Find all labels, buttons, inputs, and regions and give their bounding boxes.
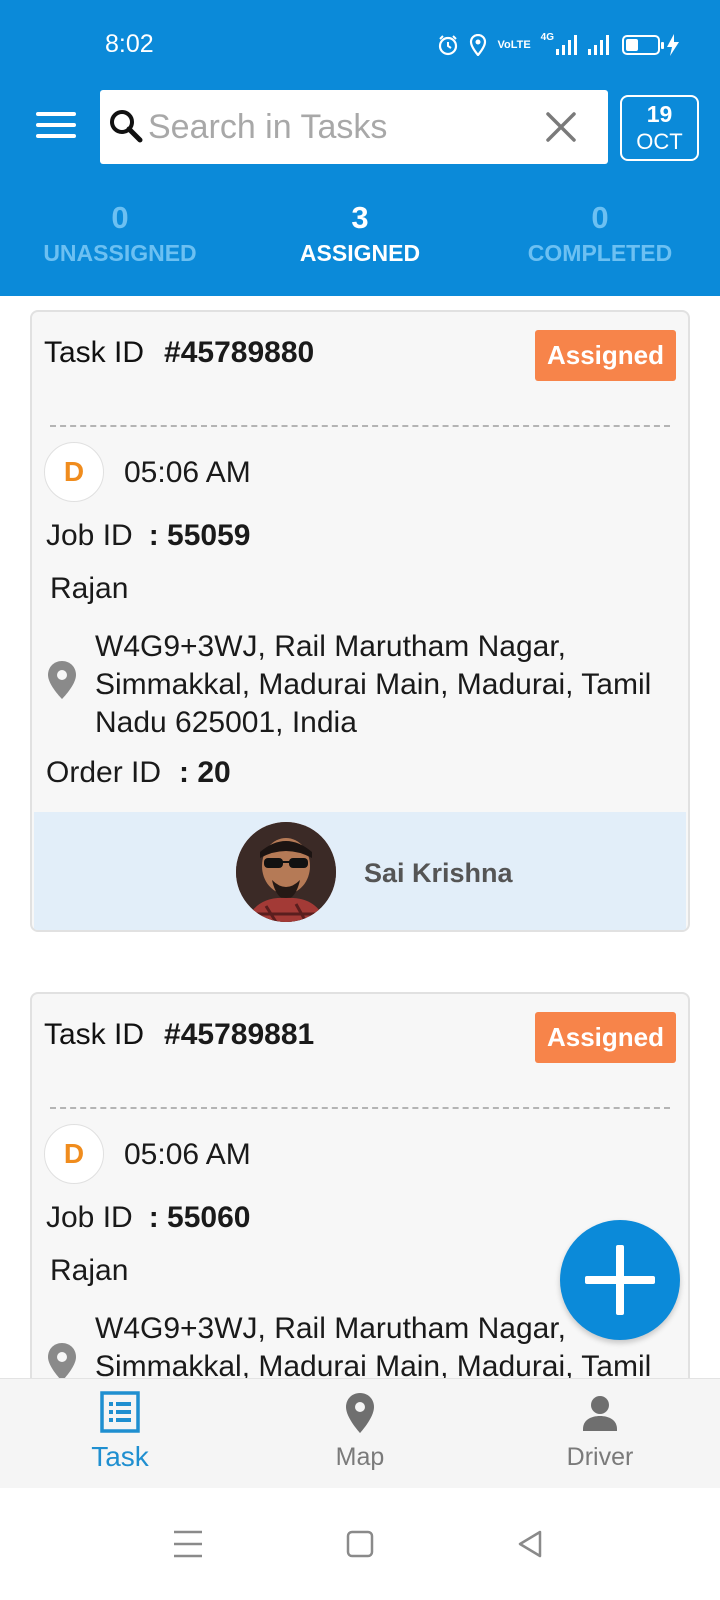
status-badge: Assigned <box>534 1012 676 1063</box>
tab-label: ASSIGNED <box>299 240 421 266</box>
task-id-row: Task ID #45789881 <box>44 1018 314 1052</box>
location-icon <box>469 32 487 58</box>
tab-label: COMPLETED <box>527 240 673 266</box>
nav-task[interactable]: Task <box>0 1379 240 1489</box>
app-header: 8:02 VoLTE 4G Search in Tasks 19 OCT 0 U… <box>0 0 720 296</box>
nav-driver[interactable]: Driver <box>480 1379 720 1489</box>
order-id-row: Order ID : 20 <box>46 756 231 790</box>
tab-completed[interactable]: 0 COMPLETED <box>480 200 720 267</box>
home-icon[interactable] <box>340 1524 380 1564</box>
signal-icon <box>588 32 612 58</box>
back-icon[interactable] <box>510 1524 550 1564</box>
task-card[interactable]: Task ID #45789880 Assigned D 05:06 AM Job… <box>30 310 690 932</box>
status-bar: 8:02 VoLTE 4G <box>0 0 720 88</box>
status-time: 8:02 <box>105 30 154 58</box>
task-id-label: Task ID <box>44 1018 145 1051</box>
location-pin-icon <box>48 1343 76 1378</box>
map-pin-icon <box>346 1393 374 1433</box>
divider <box>50 1107 670 1109</box>
task-list-icon <box>100 1391 140 1433</box>
task-time: 05:06 AM <box>124 456 251 489</box>
job-id-label: Job ID <box>46 1201 133 1234</box>
assigned-driver[interactable]: Sai Krishna <box>34 812 686 930</box>
location-pin-icon <box>48 661 76 699</box>
nav-label: Map <box>335 1443 385 1471</box>
person-icon <box>583 1396 617 1431</box>
system-navigation-bar <box>0 1488 720 1600</box>
nav-label: Driver <box>566 1443 634 1471</box>
driver-name: Sai Krishna <box>364 858 513 888</box>
order-id-label: Order ID <box>46 756 162 789</box>
job-id-value: : 55059 <box>148 519 251 552</box>
tab-count: 0 <box>111 200 129 235</box>
order-id-value: : 20 <box>179 756 231 789</box>
task-id-row: Task ID #45789880 <box>44 336 314 370</box>
nav-map[interactable]: Map <box>240 1379 480 1489</box>
customer-name: Rajan <box>50 1254 129 1287</box>
status-badge: Assigned <box>534 330 676 381</box>
task-id-value: #45789881 <box>164 1018 315 1051</box>
battery-icon <box>622 32 680 58</box>
divider <box>50 425 670 427</box>
job-id-row: Job ID : 55059 <box>46 519 250 553</box>
status-icons: VoLTE 4G <box>437 32 680 58</box>
date-month: OCT <box>636 129 683 154</box>
add-task-button[interactable] <box>560 1220 680 1340</box>
job-id-label: Job ID <box>46 519 133 552</box>
job-id-value: : 55060 <box>148 1201 251 1234</box>
driver-avatar <box>236 822 336 922</box>
task-id-value: #45789880 <box>164 336 315 369</box>
search-icon <box>110 110 143 143</box>
tab-count: 0 <box>591 200 609 235</box>
tab-assigned[interactable]: 3 ASSIGNED <box>240 200 480 267</box>
network-type-label: 4G <box>540 32 554 43</box>
nav-label: Task <box>91 1441 149 1472</box>
search-bar <box>100 90 608 164</box>
tab-label: UNASSIGNED <box>43 240 197 266</box>
task-address: W4G9+3WJ, Rail Marutham Nagar, Simmakkal… <box>95 630 652 739</box>
tab-count: 3 <box>351 200 369 235</box>
recents-menu-icon[interactable] <box>168 1524 208 1564</box>
task-list[interactable]: Task ID #45789880 Assigned D 05:06 AM Job… <box>0 296 720 1378</box>
bottom-navigation: Task Map Driver <box>0 1378 720 1488</box>
customer-name: Rajan <box>50 572 129 605</box>
volte-icon: VoLTE <box>497 32 530 58</box>
alarm-icon <box>437 32 459 58</box>
volte-label: VoLTE <box>497 39 531 51</box>
signal-4g-icon: 4G <box>541 32 578 58</box>
task-time: 05:06 AM <box>124 1138 251 1171</box>
date-picker-button[interactable]: 19 OCT <box>620 95 699 161</box>
hamburger-menu-icon[interactable] <box>36 112 76 142</box>
plus-icon-vertical <box>616 1245 624 1315</box>
tab-unassigned[interactable]: 0 UNASSIGNED <box>0 200 240 267</box>
search-input[interactable] <box>148 104 528 150</box>
clear-icon[interactable] <box>544 110 578 144</box>
date-day: 19 <box>646 101 673 127</box>
job-id-row: Job ID : 55060 <box>46 1201 250 1235</box>
task-type-badge: D <box>44 1124 104 1184</box>
status-tabs: 0 UNASSIGNED 3 ASSIGNED 0 COMPLETED <box>0 200 720 296</box>
task-id-label: Task ID <box>44 336 145 369</box>
task-type-badge: D <box>44 442 104 502</box>
